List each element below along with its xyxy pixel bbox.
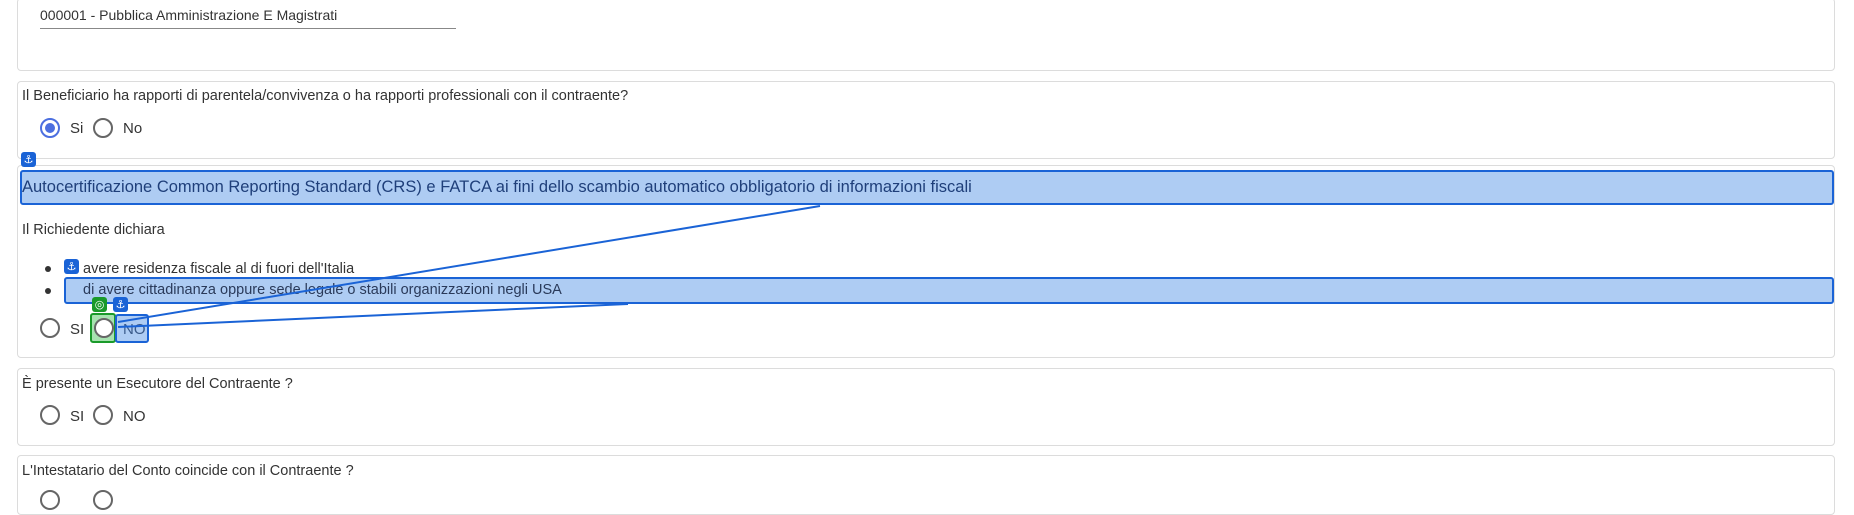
intestatario-radio-si[interactable] [40, 490, 60, 510]
intestatario-question: L'Intestatario del Conto coincide con il… [22, 463, 354, 479]
esecutore-radio-si[interactable] [40, 405, 60, 425]
esecutore-label-si: SI [70, 408, 85, 425]
intestatario-radio-no[interactable] [93, 490, 113, 510]
esecutore-label-no: NO [123, 408, 146, 425]
esecutore-question: È presente un Esecutore del Contraente ? [22, 376, 293, 392]
esecutore-radio-no[interactable] [93, 405, 113, 425]
